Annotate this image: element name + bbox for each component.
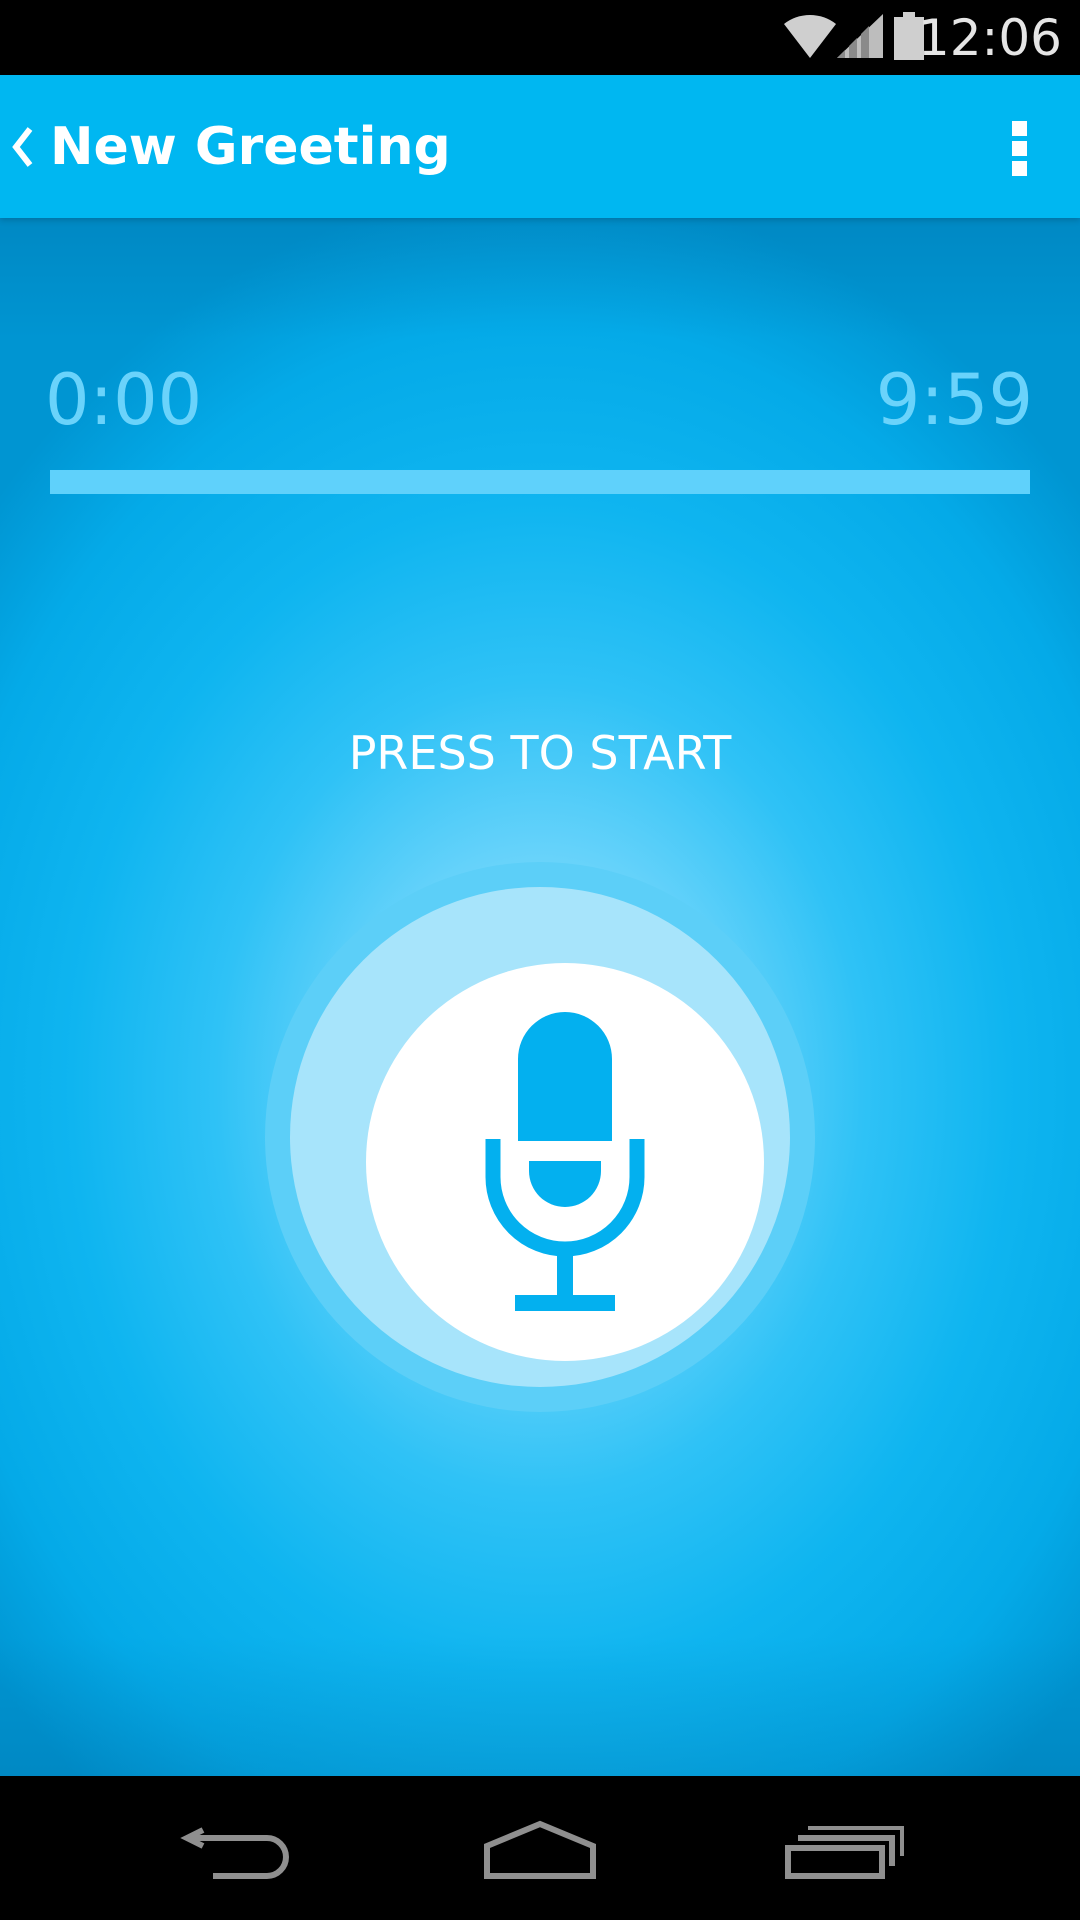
microphone-icon [485, 1012, 645, 1311]
record-button[interactable] [265, 862, 815, 1412]
top-shade [0, 218, 1080, 338]
menu-dot [1012, 121, 1027, 136]
bottom-shade [0, 1636, 1080, 1776]
greeting-recorder-screen: 12:06 New Greeting 0:00 9:59 PRESS TO ST… [0, 0, 1080, 1920]
menu-dot [1012, 161, 1027, 176]
cell-signal-icon [837, 14, 883, 58]
recents-icon[interactable] [778, 1808, 908, 1888]
record-button-ring [290, 887, 790, 1387]
back-icon[interactable] [175, 1808, 305, 1888]
menu-dot [1012, 141, 1027, 156]
elapsed-time: 0:00 [45, 359, 203, 441]
status-bar: 12:06 [0, 0, 1080, 75]
overflow-menu-icon[interactable] [988, 103, 1050, 193]
page-title[interactable]: New Greeting [50, 115, 451, 179]
action-bar: New Greeting [0, 75, 1080, 218]
record-button-disc [366, 963, 764, 1361]
wifi-icon [784, 14, 836, 58]
status-time: 12:06 [917, 9, 1062, 67]
max-duration: 9:59 [875, 359, 1033, 441]
navigation-bar [0, 1776, 1080, 1920]
recording-progress-bar [50, 470, 1030, 494]
home-icon[interactable] [475, 1808, 605, 1888]
chevron-left-icon[interactable] [10, 123, 34, 171]
press-to-start-label: PRESS TO START [348, 726, 732, 780]
recorder-panel: 0:00 9:59 PRESS TO START [0, 218, 1080, 1776]
